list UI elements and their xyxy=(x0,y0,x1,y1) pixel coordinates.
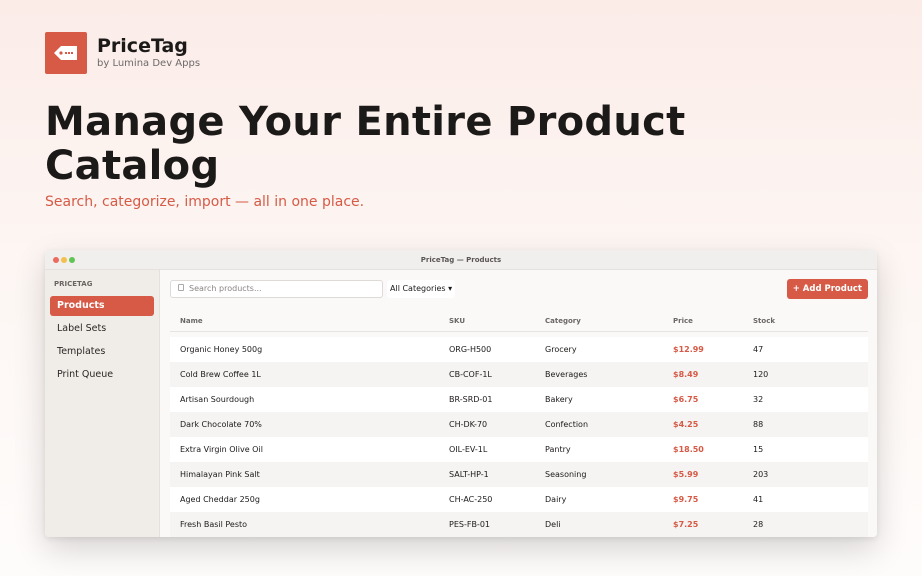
cell-sku: CH-DK-70 xyxy=(449,420,488,429)
column-header-stock[interactable]: Stock xyxy=(753,310,775,332)
cell-sku: OIL-EV-1L xyxy=(449,445,488,454)
sidebar-item-templates[interactable]: Templates xyxy=(50,342,154,362)
cell-stock: 203 xyxy=(753,470,769,479)
column-header-category[interactable]: Category xyxy=(545,310,581,332)
cell-price: $5.99 xyxy=(673,470,699,479)
cell-category: Pantry xyxy=(545,445,571,454)
table-row[interactable]: Artisan Sourdough BR-SRD-01 Bakery $6.75… xyxy=(170,387,868,412)
category-filter-dropdown[interactable]: All Categories ▾ xyxy=(387,280,456,298)
cell-category: Grocery xyxy=(545,345,577,354)
cell-price: $8.49 xyxy=(673,370,699,379)
cell-stock: 32 xyxy=(753,395,764,404)
maximize-window-button[interactable] xyxy=(69,257,75,263)
cell-category: Seasoning xyxy=(545,470,587,479)
window-title: PriceTag — Products xyxy=(420,256,502,264)
cell-stock: 28 xyxy=(753,520,764,529)
hero-tagline: Search, categorize, import — all in one … xyxy=(45,194,365,210)
sidebar-item-products[interactable]: Products xyxy=(50,296,154,316)
cell-price: $4.25 xyxy=(673,420,699,429)
table-row[interactable]: Himalayan Pink Salt SALT-HP-1 Seasoning … xyxy=(170,462,868,487)
brand: PriceTag by Lumina Dev Apps xyxy=(45,32,200,74)
cell-name: Organic Honey 500g xyxy=(180,345,263,354)
cell-name: Aged Cheddar 250g xyxy=(180,495,260,504)
cell-stock: 41 xyxy=(753,495,764,504)
cell-category: Confection xyxy=(545,420,589,429)
main-content: Search products... All Categories ▾ + Ad… xyxy=(160,270,877,537)
cell-price: $9.75 xyxy=(673,495,699,504)
app-window: PriceTag — Products PRICETAG Products La… xyxy=(45,250,877,537)
sidebar-heading: PRICETAG xyxy=(54,280,93,288)
add-product-button[interactable]: + Add Product xyxy=(786,279,868,299)
cell-category: Bakery xyxy=(545,395,573,404)
table-row[interactable]: Cold Brew Coffee 1L CB-COF-1L Beverages … xyxy=(170,362,868,387)
cell-category: Deli xyxy=(545,520,561,529)
cell-price: $7.25 xyxy=(673,520,699,529)
table-header: Name SKU Category Price Stock xyxy=(170,310,868,332)
table-row[interactable]: Organic Honey 500g ORG-H500 Grocery $12.… xyxy=(170,337,868,362)
cell-category: Beverages xyxy=(545,370,588,379)
sidebar-item-label-sets[interactable]: Label Sets xyxy=(50,319,154,339)
cell-name: Dark Chocolate 70% xyxy=(180,420,262,429)
products-table: Name SKU Category Price Stock Organic Ho… xyxy=(170,310,868,537)
table-row[interactable]: Extra Virgin Olive Oil OIL-EV-1L Pantry … xyxy=(170,437,868,462)
cell-name: Cold Brew Coffee 1L xyxy=(180,370,261,379)
cell-name: Fresh Basil Pesto xyxy=(180,520,248,529)
column-header-price[interactable]: Price xyxy=(673,310,693,332)
column-header-sku[interactable]: SKU xyxy=(449,310,465,332)
cell-stock: 47 xyxy=(753,345,764,354)
cell-price: $18.50 xyxy=(673,445,704,454)
cell-sku: ORG-H500 xyxy=(449,345,492,354)
cell-sku: CH-AC-250 xyxy=(449,495,493,504)
search-icon xyxy=(178,284,184,291)
cell-stock: 15 xyxy=(753,445,764,454)
table-body: Organic Honey 500g ORG-H500 Grocery $12.… xyxy=(170,337,868,537)
cell-price: $12.99 xyxy=(673,345,704,354)
column-header-name[interactable]: Name xyxy=(180,310,203,332)
cell-name: Extra Virgin Olive Oil xyxy=(180,445,263,454)
cell-sku: SALT-HP-1 xyxy=(449,470,489,479)
price-tag-icon xyxy=(54,46,77,60)
search-placeholder: Search products... xyxy=(189,284,262,293)
sidebar: PRICETAG Products Label Sets Templates P… xyxy=(45,270,160,537)
table-row[interactable]: Fresh Basil Pesto PES-FB-01 Deli $7.25 2… xyxy=(170,512,868,537)
close-window-button[interactable] xyxy=(53,257,59,263)
cell-stock: 88 xyxy=(753,420,764,429)
search-input[interactable]: Search products... xyxy=(170,280,383,298)
sidebar-item-print-queue[interactable]: Print Queue xyxy=(50,365,154,385)
cell-sku: PES-FB-01 xyxy=(449,520,490,529)
cell-name: Artisan Sourdough xyxy=(180,395,255,404)
hero-headline: Manage Your Entire Product Catalog xyxy=(45,99,686,189)
cell-name: Himalayan Pink Salt xyxy=(180,470,260,479)
window-titlebar: PriceTag — Products xyxy=(45,250,877,270)
cell-price: $6.75 xyxy=(673,395,699,404)
minimize-window-button[interactable] xyxy=(61,257,67,263)
table-row[interactable]: Dark Chocolate 70% CH-DK-70 Confection $… xyxy=(170,412,868,437)
app-logo xyxy=(45,32,87,74)
cell-sku: BR-SRD-01 xyxy=(449,395,493,404)
cell-stock: 120 xyxy=(753,370,769,379)
brand-subtitle: by Lumina Dev Apps xyxy=(97,58,201,69)
table-row[interactable]: Aged Cheddar 250g CH-AC-250 Dairy $9.75 … xyxy=(170,487,868,512)
cell-category: Dairy xyxy=(545,495,567,504)
cell-sku: CB-COF-1L xyxy=(449,370,492,379)
brand-name: PriceTag xyxy=(97,35,188,57)
